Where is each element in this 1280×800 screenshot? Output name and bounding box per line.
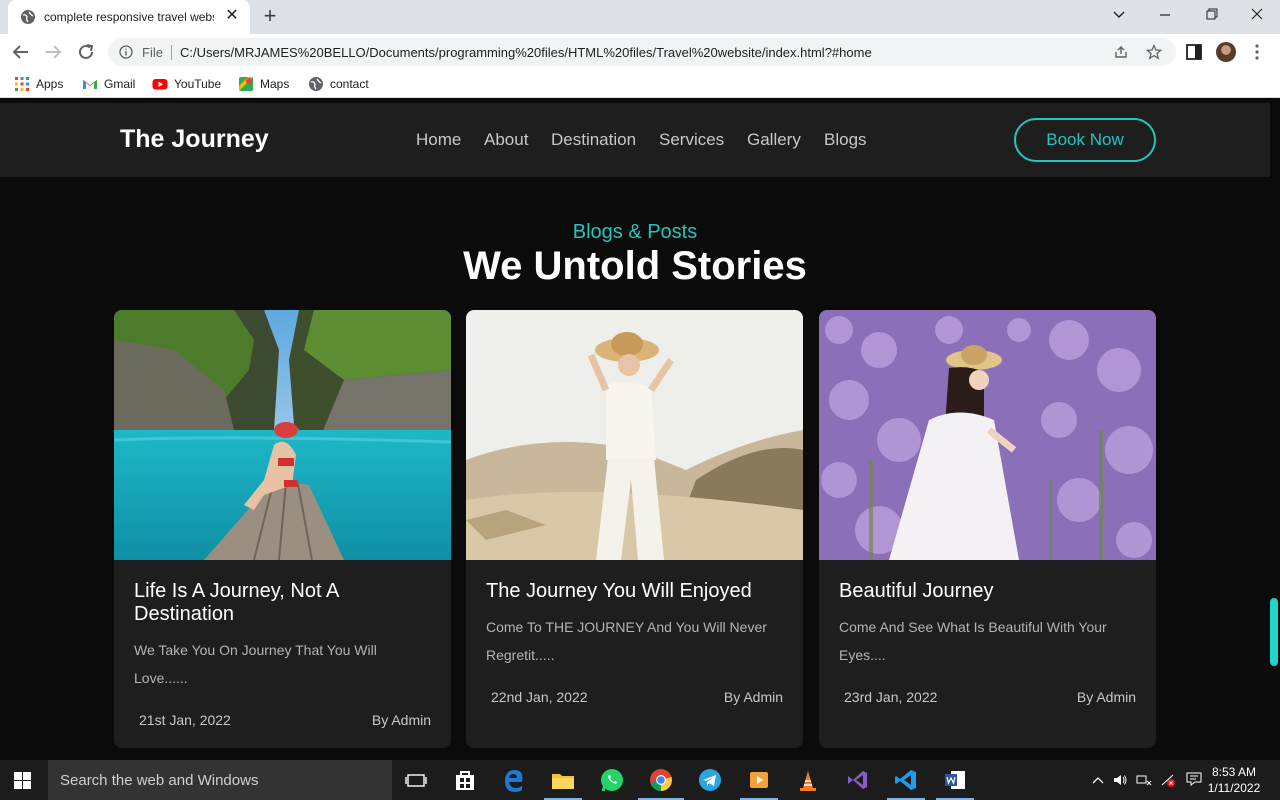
notifications-icon[interactable]: [1186, 771, 1202, 787]
url-scheme-label: File: [142, 45, 163, 60]
info-icon[interactable]: [119, 45, 133, 59]
close-window-icon[interactable]: [1245, 5, 1269, 25]
taskbar-search-placeholder: Search the web and Windows: [60, 772, 259, 789]
nav-gallery[interactable]: Gallery: [747, 130, 801, 150]
site-logo[interactable]: The Journey: [120, 125, 269, 154]
bookmarks-bar: Apps Gmail YouTube Maps contact: [0, 70, 1280, 98]
url-text[interactable]: C:/Users/MRJAMES%20BELLO/Documents/progr…: [180, 45, 872, 60]
blog-card-author: By Admin: [371, 712, 431, 728]
blog-card-title[interactable]: The Journey You Will Enjoyed: [486, 580, 786, 603]
reload-icon[interactable]: [75, 41, 97, 63]
taskbar-clock[interactable]: 8:53 AM 1/11/2022: [1206, 764, 1262, 796]
book-now-button[interactable]: Book Now: [1014, 118, 1156, 162]
new-tab-icon[interactable]: +: [258, 5, 282, 28]
clock-time: 8:53 AM: [1211, 765, 1257, 779]
blog-card-title[interactable]: Life Is A Journey, Not A Destination: [134, 580, 434, 626]
share-icon[interactable]: [1113, 44, 1129, 60]
bookmark-label: Apps: [36, 77, 64, 91]
forward-arrow-icon[interactable]: [42, 41, 64, 63]
browser-tab-strip: complete responsive travel webs ✕ +: [0, 0, 1280, 34]
media-player-icon[interactable]: [745, 766, 773, 794]
blog-card[interactable]: Life Is A Journey, Not A Destination We …: [114, 310, 451, 748]
web-page: The Journey Home About Destination Servi…: [0, 103, 1270, 760]
browser-tab[interactable]: complete responsive travel webs ✕: [8, 0, 250, 34]
telegram-icon[interactable]: [696, 766, 724, 794]
tab-search-chevron-icon[interactable]: [1107, 5, 1131, 25]
tab-title: complete responsive travel webs: [44, 10, 214, 24]
nav-services[interactable]: Services: [659, 130, 724, 150]
blog-card-image[interactable]: [466, 310, 803, 560]
word-icon[interactable]: [941, 766, 969, 794]
blog-card-author: By Admin: [723, 689, 783, 705]
bookmark-label: Maps: [260, 77, 290, 91]
nav-blogs[interactable]: Blogs: [824, 130, 867, 150]
youtube-icon: [152, 79, 168, 90]
maps-icon: [239, 77, 253, 91]
section-title: We Untold Stories: [463, 244, 807, 288]
apps-grid-icon: [15, 77, 29, 91]
visual-studio-icon[interactable]: [843, 766, 871, 794]
blog-card[interactable]: Beautiful Journey Come And See What Is B…: [819, 310, 1156, 748]
scrollbar-thumb[interactable]: [1270, 598, 1278, 666]
nav-home[interactable]: Home: [416, 130, 461, 150]
blog-card-author: By Admin: [1076, 689, 1136, 705]
network-icon[interactable]: [1136, 772, 1152, 788]
battery-warning-icon[interactable]: [1160, 772, 1176, 788]
blog-card[interactable]: The Journey You Will Enjoyed Come To THE…: [466, 310, 803, 748]
blog-card-title[interactable]: Beautiful Journey: [839, 580, 1139, 603]
store-icon[interactable]: [451, 766, 479, 794]
nav-destination[interactable]: Destination: [551, 130, 636, 150]
gmail-icon: [83, 80, 97, 89]
windows-start-icon[interactable]: [14, 772, 31, 789]
site-header: The Journey Home About Destination Servi…: [0, 103, 1270, 177]
globe-icon: [21, 10, 35, 24]
back-arrow-icon[interactable]: [10, 41, 32, 63]
side-panel-icon[interactable]: [1185, 43, 1203, 61]
bookmark-label: YouTube: [174, 77, 222, 91]
windows-taskbar: Search the web and Windows 8:53 AM 1/11/…: [0, 760, 1280, 800]
vscode-icon[interactable]: [892, 766, 920, 794]
chrome-icon[interactable]: [647, 766, 675, 794]
show-hidden-icons-chevron-icon[interactable]: [1090, 772, 1106, 788]
address-bar[interactable]: File C:/Users/MRJAMES%20BELLO/Documents/…: [108, 38, 1176, 66]
clock-date: 1/11/2022: [1207, 781, 1261, 795]
blog-card-date: 23rd Jan, 2022: [844, 689, 938, 705]
vlc-icon[interactable]: [794, 766, 822, 794]
bookmark-star-icon[interactable]: [1146, 44, 1162, 60]
volume-icon[interactable]: [1112, 772, 1128, 788]
section-subtitle: Blogs & Posts: [572, 221, 698, 243]
blog-card-description: We Take You On Journey That You Will Lov…: [134, 642, 377, 686]
menu-dots-icon[interactable]: [1252, 42, 1262, 62]
blog-card-date: 22nd Jan, 2022: [491, 689, 588, 705]
restore-icon[interactable]: [1199, 5, 1223, 25]
globe-icon: [309, 77, 323, 91]
nav-about[interactable]: About: [484, 130, 528, 150]
browser-toolbar: File C:/Users/MRJAMES%20BELLO/Documents/…: [0, 34, 1280, 70]
blog-card-description: Come And See What Is Beautiful With Your…: [839, 619, 1107, 663]
blog-card-description: Come To THE JOURNEY And You Will Never R…: [486, 619, 767, 663]
bookmark-label: Gmail: [104, 77, 136, 91]
task-view-icon[interactable]: [402, 766, 430, 794]
file-explorer-icon[interactable]: [549, 766, 577, 794]
blog-card-image[interactable]: [819, 310, 1156, 560]
edge-icon[interactable]: [500, 766, 528, 794]
url-separator: [171, 45, 172, 60]
minimize-icon[interactable]: [1153, 5, 1177, 25]
bookmark-label: contact: [330, 77, 369, 91]
blog-card-image[interactable]: [114, 310, 451, 560]
taskbar-search-box[interactable]: Search the web and Windows: [48, 760, 392, 800]
blog-card-date: 21st Jan, 2022: [139, 712, 231, 728]
whatsapp-icon[interactable]: [598, 766, 626, 794]
tab-close-icon[interactable]: ✕: [223, 7, 241, 25]
profile-avatar[interactable]: [1216, 42, 1236, 62]
